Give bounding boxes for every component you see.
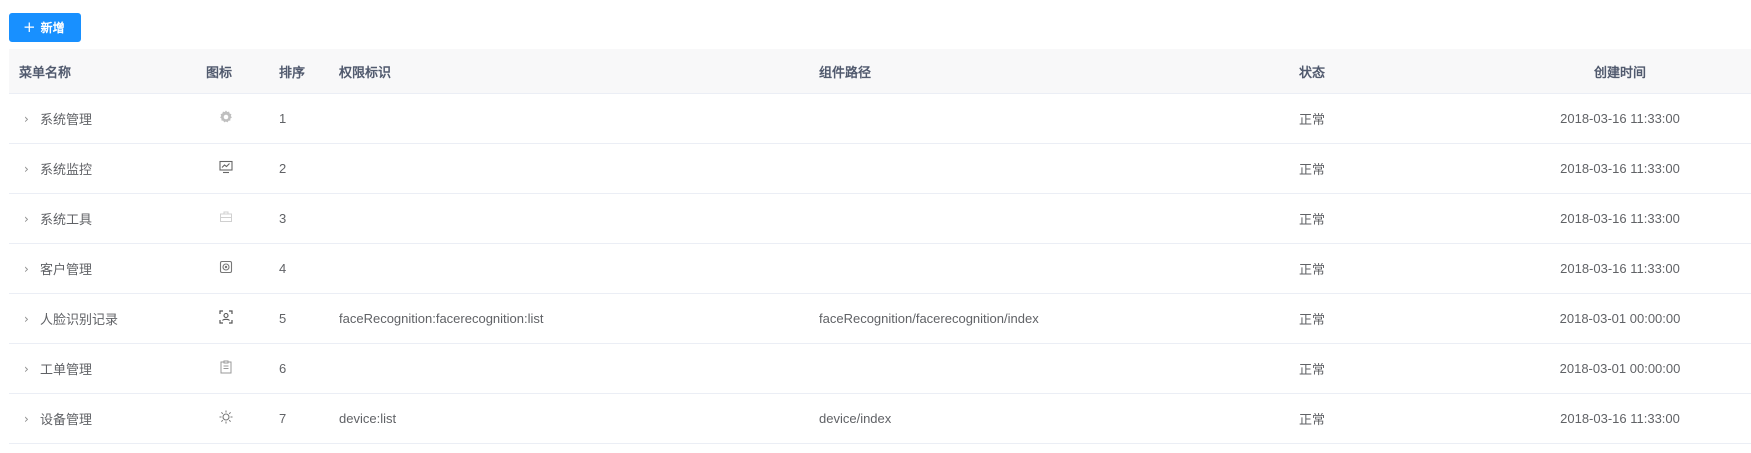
table-row[interactable]: › 系统工具 3 正常 2018-03-16 11:33:00 <box>9 194 1751 244</box>
menu-name-cell: › 系统管理 <box>9 109 196 129</box>
created-cell: 2018-03-01 00:00:00 <box>1559 361 1681 376</box>
status-cell: 正常 <box>1299 163 1326 178</box>
header-sort[interactable]: 排序 <box>269 62 329 81</box>
perm-cell: faceRecognition:facerecognition:list <box>339 311 544 326</box>
face-scan-icon <box>218 309 234 325</box>
header-perm[interactable]: 权限标识 <box>329 62 809 81</box>
menu-icon-cell <box>196 159 269 178</box>
header-created[interactable]: 创建时间 <box>1489 62 1751 81</box>
menu-name-cell: › 客户管理 <box>9 259 196 279</box>
component-cell: device/index <box>819 411 892 426</box>
header-icon[interactable]: 图标 <box>196 62 269 81</box>
sort-cell: 6 <box>279 361 287 376</box>
sort-cell: 4 <box>279 261 287 276</box>
customer-icon <box>218 259 234 275</box>
gear-icon <box>218 109 234 125</box>
created-cell: 2018-03-16 11:33:00 <box>1560 211 1680 226</box>
status-cell: 正常 <box>1299 263 1326 278</box>
component-cell: faceRecognition/facerecognition/index <box>819 311 1039 326</box>
add-button-label: 新增 <box>40 21 65 35</box>
menu-icon-cell <box>196 359 269 378</box>
table-row[interactable]: › 系统监控 2 正常 2018-03-16 11:33:00 <box>9 144 1751 194</box>
status-cell: 正常 <box>1299 413 1326 428</box>
created-cell: 2018-03-16 11:33:00 <box>1560 161 1680 176</box>
sort-cell: 7 <box>279 411 287 426</box>
toolbar: + 新增 <box>9 13 81 42</box>
header-component[interactable]: 组件路径 <box>809 62 1289 81</box>
sort-cell: 5 <box>279 311 287 326</box>
menu-icon-cell <box>196 409 269 428</box>
expand-chevron-icon[interactable]: › <box>24 212 40 226</box>
add-button[interactable]: + 新增 <box>9 13 81 42</box>
menu-name: 人脸识别记录 <box>40 313 119 328</box>
status-cell: 正常 <box>1299 313 1326 328</box>
menu-icon-cell <box>196 309 269 328</box>
menu-name-cell: › 设备管理 <box>9 409 196 429</box>
sort-cell: 3 <box>279 211 287 226</box>
sort-cell: 1 <box>279 111 287 126</box>
expand-chevron-icon[interactable]: › <box>24 262 40 276</box>
menu-name: 客户管理 <box>40 263 93 278</box>
created-cell: 2018-03-01 00:00:00 <box>1559 311 1681 326</box>
menu-name-cell: › 工单管理 <box>9 359 196 379</box>
plus-icon: + <box>23 18 36 36</box>
table-row[interactable]: › 系统管理 1 正常 2018-03-16 11:33:00 <box>9 94 1751 144</box>
perm-cell: device:list <box>339 411 397 426</box>
expand-chevron-icon[interactable]: › <box>24 162 40 176</box>
table-body: › 系统管理 1 正常 2018-03-16 11:33:00 › 系统监控 2 正常 2018-… <box>9 94 1751 444</box>
clipboard-icon <box>218 359 234 375</box>
menu-name: 系统监控 <box>40 163 93 178</box>
table-row[interactable]: › 客户管理 4 正常 2018-03-16 11:33:00 <box>9 244 1751 294</box>
table-header: 菜单名称 图标 排序 权限标识 组件路径 状态 创建时间 <box>9 49 1751 94</box>
expand-chevron-icon[interactable]: › <box>24 312 40 326</box>
toolbox-icon <box>218 209 234 225</box>
device-icon <box>218 409 234 425</box>
status-cell: 正常 <box>1299 213 1326 228</box>
header-status[interactable]: 状态 <box>1289 62 1489 81</box>
menu-name: 系统工具 <box>40 213 93 228</box>
status-cell: 正常 <box>1299 113 1326 128</box>
menu-name-cell: › 人脸识别记录 <box>9 309 196 329</box>
expand-chevron-icon[interactable]: › <box>24 412 40 426</box>
table-row[interactable]: › 人脸识别记录 5 faceRecognition:facerecognition:… <box>9 294 1751 344</box>
table-row[interactable]: › 设备管理 7 device:list device/index 正常 2018-03-1… <box>9 394 1751 444</box>
menu-name: 系统管理 <box>40 113 93 128</box>
menu-name-cell: › 系统工具 <box>9 209 196 229</box>
created-cell: 2018-03-16 11:33:00 <box>1560 261 1680 276</box>
menu-icon-cell <box>196 259 269 278</box>
status-cell: 正常 <box>1299 363 1326 378</box>
table-row[interactable]: › 工单管理 6 正常 2018-03-01 00:00:00 <box>9 344 1751 394</box>
menu-icon-cell <box>196 209 269 228</box>
menu-name: 工单管理 <box>40 363 93 378</box>
created-cell: 2018-03-16 11:33:00 <box>1560 111 1680 126</box>
menu-name-cell: › 系统监控 <box>9 159 196 179</box>
sort-cell: 2 <box>279 161 287 176</box>
monitor-icon <box>218 159 234 175</box>
expand-chevron-icon[interactable]: › <box>24 362 40 376</box>
menu-table: 菜单名称 图标 排序 权限标识 组件路径 状态 创建时间 › 系统管理 1 正常 201… <box>9 49 1751 444</box>
menu-name: 设备管理 <box>40 413 93 428</box>
menu-icon-cell <box>196 109 269 128</box>
expand-chevron-icon[interactable]: › <box>24 112 40 126</box>
header-name[interactable]: 菜单名称 <box>9 62 196 81</box>
created-cell: 2018-03-16 11:33:00 <box>1560 411 1680 426</box>
